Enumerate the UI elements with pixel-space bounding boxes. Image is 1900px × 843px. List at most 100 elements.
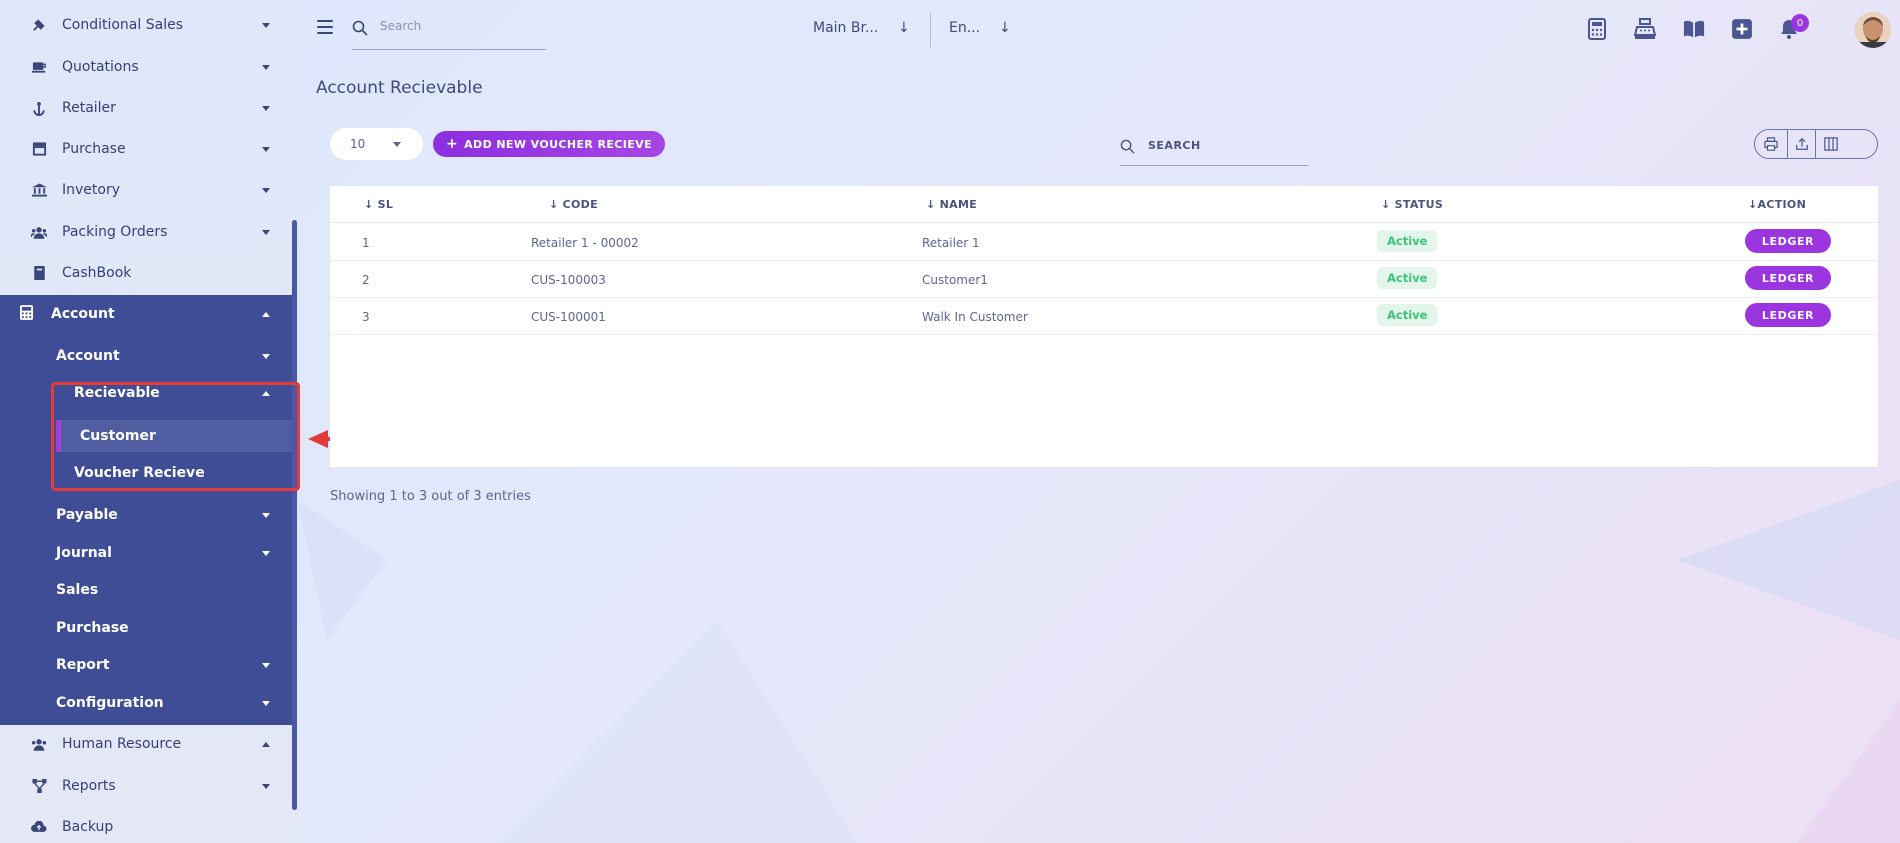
data-table: ↓ SL ↓ CODE ↓ NAME ↓ STATUS ↓ACTION 1 Re… (330, 186, 1878, 467)
col-header-action[interactable]: ↓ACTION (1748, 198, 1806, 211)
sidebar-subitem-account[interactable]: Account (0, 338, 292, 374)
anchor-icon (31, 100, 47, 116)
cell-sl: 3 (362, 310, 370, 324)
store-icon (31, 141, 47, 157)
table-search (1120, 134, 1308, 166)
status-badge: Active (1377, 267, 1438, 289)
language-select[interactable]: En... (949, 20, 980, 36)
chevron-down-icon (262, 700, 270, 706)
sidebar-item-reports[interactable]: Reports (0, 766, 292, 806)
page-size-select[interactable]: 10 (330, 128, 423, 160)
sidebar-item-packing-orders[interactable]: Packing Orders (0, 212, 292, 252)
cell-sl: 2 (362, 273, 370, 287)
sidebar-item-purchase[interactable]: Purchase (0, 129, 292, 169)
global-search (352, 14, 546, 50)
search-input[interactable] (380, 19, 540, 33)
book-icon (31, 265, 47, 281)
plus-icon: + (445, 136, 459, 152)
cell-name: Walk In Customer (922, 310, 1028, 324)
topbar: Main Br... ↓ En... ↓ 0 (297, 0, 1900, 60)
col-header-sl[interactable]: ↓ SL (364, 198, 393, 211)
plus-square-icon[interactable] (1731, 18, 1753, 40)
columns-button[interactable] (1815, 130, 1845, 158)
chevron-down-icon (262, 353, 270, 359)
sidebar-item-label: Human Resource (62, 736, 182, 752)
avatar[interactable] (1855, 12, 1891, 48)
sidebar-subitem-payable[interactable]: Payable (0, 497, 292, 533)
export-button[interactable] (1787, 130, 1815, 158)
chevron-down-icon (262, 187, 270, 193)
sidebar-item-label: Sales (56, 582, 99, 598)
add-voucher-label: ADD NEW VOUCHER RECIEVE (464, 137, 652, 151)
arrow-down-icon[interactable]: ↓ (898, 20, 910, 36)
chevron-down-icon (262, 229, 270, 235)
branch-select[interactable]: Main Br... (813, 20, 878, 36)
status-badge: Active (1377, 304, 1438, 326)
users-icon (31, 736, 47, 752)
sidebar-subitem-journal[interactable]: Journal (0, 535, 292, 571)
cloud-upload-icon (31, 819, 47, 835)
cash-register-icon[interactable] (1634, 18, 1656, 40)
open-book-icon[interactable] (1683, 18, 1705, 40)
sidebar-item-retailer[interactable]: Retailer (0, 88, 292, 128)
calculator-icon (20, 304, 33, 324)
table-row[interactable]: 2 CUS-100003 Customer1 Active LEDGER (330, 261, 1878, 298)
chevron-down-icon (262, 783, 270, 789)
sidebar-item-label: Packing Orders (62, 224, 168, 240)
hammer-icon (31, 17, 47, 33)
col-header-label: CODE (562, 198, 598, 211)
sidebar-item-backup[interactable]: Backup (0, 807, 292, 843)
sidebar-item-label: Quotations (62, 59, 139, 75)
pagination-info: Showing 1 to 3 out of 3 entries (330, 489, 531, 504)
cell-name: Retailer 1 (922, 236, 980, 250)
sidebar-item-account[interactable]: Account (0, 296, 292, 332)
sidebar-item-label: Purchase (62, 141, 126, 157)
cell-code: CUS-100003 (531, 273, 606, 287)
bank-icon (31, 182, 47, 198)
table-toolbar (1754, 129, 1878, 159)
sidebar-subitem-configuration[interactable]: Configuration (0, 685, 292, 721)
sidebar-scrollbar[interactable] (292, 220, 297, 810)
status-badge: Active (1377, 230, 1438, 252)
chevron-down-icon (262, 550, 270, 556)
sidebar-subitem-sales[interactable]: Sales (0, 572, 292, 608)
sidebar-item-label: Payable (56, 507, 118, 523)
menu-icon[interactable] (317, 20, 333, 34)
divider (930, 12, 931, 48)
table-search-input[interactable] (1148, 139, 1298, 152)
chevron-down-icon (262, 105, 270, 111)
columns-icon (1823, 137, 1838, 151)
add-voucher-button[interactable]: + ADD NEW VOUCHER RECIEVE (433, 131, 665, 157)
col-header-status[interactable]: ↓ STATUS (1381, 198, 1443, 211)
table-header: ↓ SL ↓ CODE ↓ NAME ↓ STATUS ↓ACTION (330, 186, 1878, 223)
chevron-up-icon (262, 741, 270, 747)
search-icon (1120, 139, 1135, 154)
sidebar-item-conditional-sales[interactable]: Conditional Sales (0, 5, 292, 45)
col-header-label: SL (377, 198, 394, 211)
arrow-down-icon[interactable]: ↓ (999, 20, 1011, 36)
print-button[interactable] (1755, 130, 1787, 158)
annotation-highlight-box (51, 382, 300, 491)
table-row[interactable]: 1 Retailer 1 - 00002 Retailer 1 Active L… (330, 224, 1878, 261)
cell-sl: 1 (362, 236, 370, 250)
annotation-arrow-head (308, 430, 328, 448)
col-header-code[interactable]: ↓ CODE (549, 198, 598, 211)
sidebar-subitem-report[interactable]: Report (0, 647, 292, 683)
sidebar-item-human-resource[interactable]: Human Resource (0, 724, 292, 764)
ledger-button[interactable]: LEDGER (1745, 303, 1831, 327)
sidebar-item-quotations[interactable]: Quotations (0, 47, 292, 87)
sidebar-item-label: Backup (62, 819, 114, 835)
calculator-icon[interactable] (1586, 18, 1608, 40)
upload-icon (1795, 137, 1808, 150)
sidebar-item-cashbook[interactable]: CashBook (0, 253, 292, 293)
ledger-button[interactable]: LEDGER (1745, 266, 1831, 290)
table-row[interactable]: 3 CUS-100001 Walk In Customer Active LED… (330, 298, 1878, 335)
sidebar-item-label: Report (56, 657, 110, 673)
sidebar-item-label: Account (56, 348, 120, 364)
col-header-name[interactable]: ↓ NAME (926, 198, 977, 211)
chevron-down-icon (262, 22, 270, 28)
sidebar-subitem-purchase[interactable]: Purchase (0, 610, 292, 646)
ledger-button[interactable]: LEDGER (1745, 229, 1831, 253)
search-icon (352, 20, 368, 36)
sidebar-item-invetory[interactable]: Invetory (0, 170, 292, 210)
